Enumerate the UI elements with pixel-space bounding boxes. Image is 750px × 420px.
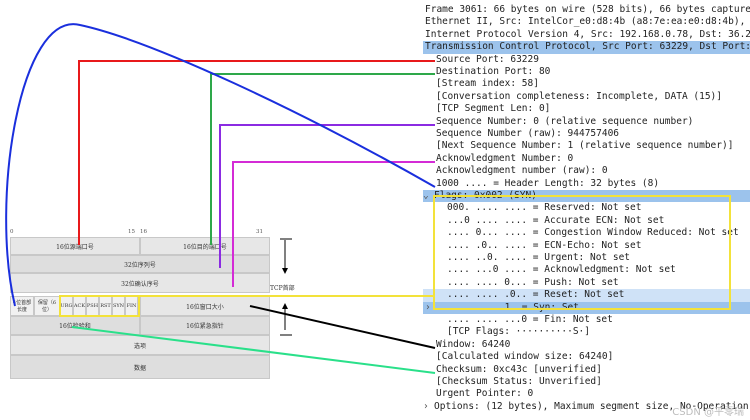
tree-row[interactable]: [Next Sequence Number: 1 (relative seque…	[423, 140, 750, 152]
tree-row[interactable]: Sequence Number: 0 (relative sequence nu…	[423, 116, 750, 128]
tree-row[interactable]: Destination Port: 80	[423, 66, 750, 78]
flags-highlight-box-diagram	[59, 295, 140, 317]
tree-row[interactable]: Frame 3061: 66 bytes on wire (528 bits),…	[423, 4, 750, 16]
ruler-15: 15	[128, 229, 135, 235]
watermark: CSDN @平零瑞	[672, 407, 744, 418]
tree-row-label: [Conversation completeness: Incomplete, …	[436, 90, 722, 102]
reserved-field: 保留（6位）	[34, 296, 60, 316]
ruler-31: 31	[256, 229, 263, 235]
tree-row[interactable]: [Checksum Status: Unverified]	[423, 376, 750, 388]
ruler-0: 0	[10, 229, 14, 235]
tree-row-label: 1000 .... = Header Length: 32 bytes (8)	[436, 177, 660, 189]
tree-row-label: Ethernet II, Src: IntelCor_e0:d8:4b (a8:…	[425, 16, 750, 28]
options-field: 选项	[10, 335, 270, 355]
tree-row[interactable]: Acknowledgment Number: 0	[423, 153, 750, 165]
tcp-header-diagram: 0 15 16 31 16位源端口号 16位目的端口号 32位序列号 32位确认…	[10, 229, 280, 383]
tree-row[interactable]: [Stream index: 58]	[423, 78, 750, 90]
tree-row[interactable]: Source Port: 63229	[423, 54, 750, 66]
tree-row[interactable]: Transmission Control Protocol, Src Port:…	[423, 41, 750, 54]
tree-row-label: Window: 64240	[436, 338, 511, 350]
tree-row-label: [Stream index: 58]	[436, 78, 539, 90]
checksum-field: 16位检验和	[10, 316, 140, 335]
expand-toggle-icon[interactable]: ›	[423, 401, 434, 413]
tree-row-label: [TCP Flags: ··········S·]	[447, 326, 590, 338]
tree-row-label: Sequence Number (raw): 944757406	[436, 128, 620, 139]
tree-row-label: [TCP Segment Len: 0]	[436, 103, 551, 115]
tree-row[interactable]: [Conversation completeness: Incomplete, …	[423, 91, 750, 103]
tree-row[interactable]: .... .... ...0 = Fin: Not set	[423, 314, 750, 326]
urgent-field: 16位紧急指针	[140, 316, 270, 335]
tree-row-label: Acknowledgment number (raw): 0	[436, 165, 608, 177]
src-port-field: 16位源端口号	[10, 237, 140, 255]
tree-row[interactable]: 1000 .... = Header Length: 32 bytes (8)	[423, 178, 750, 190]
tree-row[interactable]: Urgent Pointer: 0	[423, 388, 750, 400]
tree-row-label: Source Port: 63229	[436, 53, 539, 65]
hdr-len-field: 4位首部长度	[10, 296, 34, 316]
tree-row-label: [Checksum Status: Unverified]	[436, 376, 602, 387]
tree-row-label: Transmission Control Protocol, Src Port:…	[425, 41, 750, 53]
tree-row-label: [Next Sequence Number: 1 (relative seque…	[436, 140, 734, 152]
tcp-header-side-label: TCP首部	[270, 285, 295, 292]
window-field: 16位窗口大小	[140, 296, 270, 316]
tree-row-label: Acknowledgment Number: 0	[436, 152, 574, 164]
tree-row[interactable]: Sequence Number (raw): 944757406	[423, 128, 750, 140]
tree-row[interactable]: [Calculated window size: 64240]	[423, 351, 750, 363]
tree-row[interactable]: [TCP Flags: ··········S·]	[423, 326, 750, 338]
tree-row-label: Sequence Number: 0 (relative sequence nu…	[436, 115, 694, 127]
ack-field: 32位确认序号	[10, 273, 270, 293]
flags-highlight-box-tree	[433, 195, 731, 310]
tree-row-label: Frame 3061: 66 bytes on wire (528 bits),…	[425, 4, 750, 15]
tree-row[interactable]: Acknowledgment number (raw): 0	[423, 165, 750, 177]
tree-row[interactable]: Internet Protocol Version 4, Src: 192.16…	[423, 29, 750, 41]
tree-row[interactable]: [TCP Segment Len: 0]	[423, 103, 750, 115]
tree-row-label: Internet Protocol Version 4, Src: 192.16…	[425, 28, 750, 40]
data-field: 数据	[10, 355, 270, 379]
tree-row-label: Urgent Pointer: 0	[436, 388, 534, 400]
tree-row-label: Destination Port: 80	[436, 66, 551, 77]
tree-row[interactable]: Ethernet II, Src: IntelCor_e0:d8:4b (a8:…	[423, 16, 750, 28]
tree-row-label: .... .... ...0 = Fin: Not set	[447, 314, 613, 325]
tree-row-label: [Calculated window size: 64240]	[436, 351, 614, 363]
ruler-16: 16	[140, 229, 147, 235]
tree-row[interactable]: Window: 64240	[423, 339, 750, 351]
seq-field: 32位序列号	[10, 255, 270, 273]
dst-port-field: 16位目的端口号	[140, 237, 270, 255]
tree-row-label: Checksum: 0xc43c [unverified]	[436, 363, 602, 375]
tree-row[interactable]: Checksum: 0xc43c [unverified]	[423, 364, 750, 376]
